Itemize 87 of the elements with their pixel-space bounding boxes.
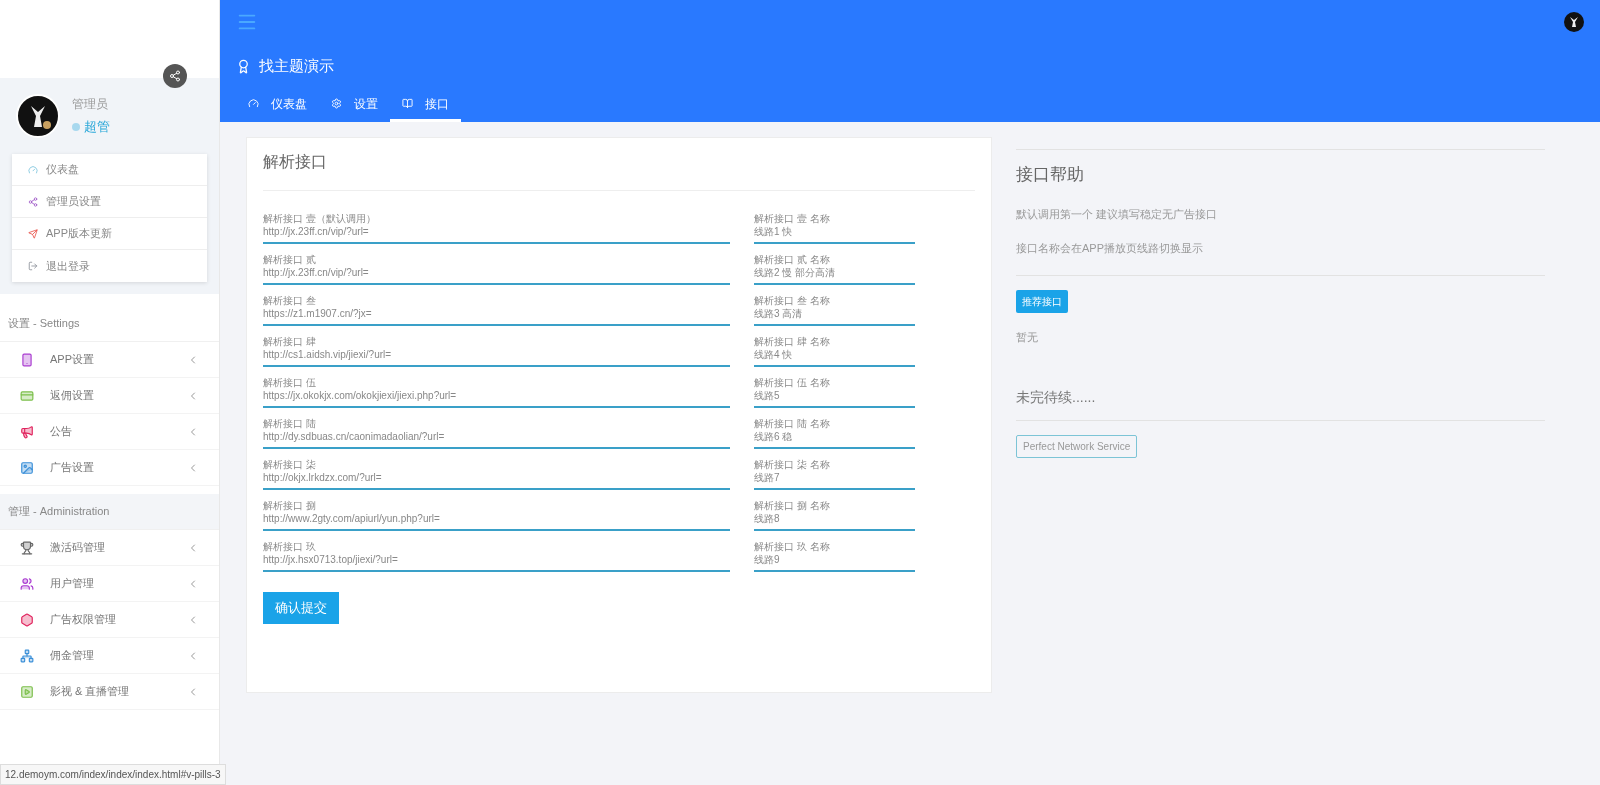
quick-menu-item[interactable]: 退出登录	[12, 250, 207, 282]
field-label: 解析接口 壹 名称	[754, 213, 831, 225]
url-field[interactable]: http://okjx.lrkdzx.com/?url=	[263, 471, 730, 490]
field-label: 解析接口 柒 名称	[754, 459, 831, 471]
empty-text: 暂无	[1016, 329, 1039, 345]
page-title: 找主题演示	[259, 55, 334, 76]
share-icon	[169, 70, 181, 82]
gauge-icon	[28, 164, 38, 175]
name-field[interactable]: 线路2 慢 部分高清	[754, 266, 915, 285]
quick-menu-item[interactable]: APP版本更新	[12, 218, 207, 250]
tag: 推荐接口	[1016, 289, 1068, 313]
trophy-icon	[20, 540, 34, 555]
url-field[interactable]: https://jx.okokjx.com/okokjiexi/jiexi.php?url=	[263, 389, 730, 408]
credit-card-icon	[20, 388, 34, 403]
settings-button[interactable]	[163, 64, 187, 88]
help-title: 接口帮助	[1016, 164, 1085, 186]
image-icon	[20, 460, 34, 475]
play-icon	[20, 684, 34, 699]
submit-button[interactable]: 确认提交	[263, 592, 339, 624]
sidebar-item[interactable]: 影视 & 直播管理	[0, 674, 219, 710]
field-label: 解析接口 玖	[263, 541, 317, 553]
gauge-icon	[248, 98, 259, 109]
phone-icon	[20, 352, 34, 367]
sidebar-item[interactable]: APP设置	[0, 342, 219, 378]
status-url: 12.demoym.com/index/index/index.html#v-pills-3	[0, 764, 226, 785]
url-field[interactable]: http://www.2gty.com/apiurl/yun.php?url=	[263, 512, 730, 531]
megaphone-icon	[20, 424, 34, 439]
avatar-icon[interactable]	[1564, 12, 1584, 32]
medal-icon	[236, 58, 251, 74]
card-title: 解析接口	[263, 150, 975, 191]
user-role: 超管	[84, 118, 110, 137]
field-label: 解析接口 贰	[263, 254, 317, 266]
field-label: 解析接口 捌 名称	[754, 500, 831, 512]
field-label: 解析接口 肆 名称	[754, 336, 831, 348]
paper-plane-icon	[28, 228, 38, 239]
sidebar-item[interactable]: 公告	[0, 414, 219, 450]
sidebar-item[interactable]: 佣金管理	[0, 638, 219, 674]
hexagon-icon	[20, 612, 34, 627]
url-field[interactable]: http://jx.23ff.cn/vip/?url=	[263, 225, 730, 244]
share-icon	[28, 196, 38, 207]
name-field[interactable]: 线路5	[754, 389, 915, 408]
sidebar-item[interactable]: 广告设置	[0, 450, 219, 486]
nav-tab[interactable]: 仪表盘	[236, 88, 319, 122]
logout-icon	[28, 261, 38, 271]
name-field[interactable]: 线路7	[754, 471, 915, 490]
section-header: 管理 - Administration	[0, 494, 219, 530]
nav-tab[interactable]: 设置	[319, 88, 390, 122]
name-field[interactable]: 线路1 快	[754, 225, 915, 244]
url-field[interactable]: http://jx.hsx0713.top/jiexi/?url=	[263, 553, 730, 572]
field-label: 解析接口 贰 名称	[754, 254, 831, 266]
name-field[interactable]: 线路8	[754, 512, 915, 531]
field-label: 解析接口 伍	[263, 377, 317, 389]
field-label: 解析接口 陆	[263, 418, 317, 430]
user-name: 管理员	[72, 96, 109, 114]
url-field[interactable]: https://z1.m1907.cn/?jx=	[263, 307, 730, 326]
sidebar-item[interactable]: 广告权限管理	[0, 602, 219, 638]
gear-icon	[331, 98, 342, 109]
network-icon	[20, 648, 34, 663]
url-field[interactable]: http://dy.sdbuas.cn/caonimadaolian/?url=	[263, 430, 730, 449]
name-field[interactable]: 线路4 快	[754, 348, 915, 367]
field-label: 解析接口 壹（默认调用）	[263, 213, 377, 225]
nav-tab[interactable]: 接口	[390, 88, 461, 122]
sidebar-item[interactable]: 激活码管理	[0, 530, 219, 566]
field-label: 解析接口 玖 名称	[754, 541, 831, 553]
name-field[interactable]: 线路3 高清	[754, 307, 915, 326]
field-label: 解析接口 捌	[263, 500, 317, 512]
name-field[interactable]: 线路9	[754, 553, 915, 572]
quick-menu-item[interactable]: 管理员设置	[12, 186, 207, 218]
field-label: 解析接口 肆	[263, 336, 317, 348]
avatar-icon	[16, 94, 60, 138]
help-text: 默认调用第一个 建议填写稳定无广告接口	[1016, 206, 1219, 222]
field-label: 解析接口 陆 名称	[754, 418, 831, 430]
url-field[interactable]: http://jx.23ff.cn/vip/?url=	[263, 266, 730, 285]
field-label: 解析接口 柒	[263, 459, 317, 471]
name-field[interactable]: 线路6 稳	[754, 430, 915, 449]
sidebar-item[interactable]: 返佣设置	[0, 378, 219, 414]
tag: Perfect Network Service	[1016, 435, 1138, 458]
url-field[interactable]: http://cs1.aidsh.vip/jiexi/?url=	[263, 348, 730, 367]
users-icon	[20, 576, 34, 591]
subtitle: 未完待续......	[1016, 388, 1097, 407]
book-icon	[402, 98, 413, 109]
quick-menu-item[interactable]: 仪表盘	[12, 154, 207, 186]
sidebar-item[interactable]: 用户管理	[0, 566, 219, 602]
field-label: 解析接口 叁	[263, 295, 317, 307]
help-text: 接口名称会在APP播放页线路切换显示	[1016, 241, 1204, 256]
field-label: 解析接口 叁 名称	[754, 295, 831, 307]
field-label: 解析接口 伍 名称	[754, 377, 831, 389]
